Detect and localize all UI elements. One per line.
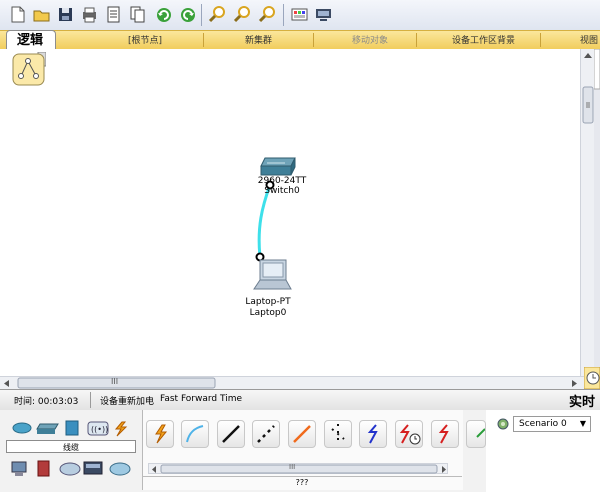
switch-name-label: Switch0	[264, 186, 300, 196]
phone-cable-icon[interactable]	[324, 420, 352, 448]
redo-icon[interactable]	[178, 5, 197, 24]
zoom-in-icon[interactable]	[208, 5, 227, 24]
simulation-time: 时间: 00:03:03	[14, 397, 79, 407]
connections-scrollbar[interactable]: III	[148, 463, 448, 474]
fast-forward-time-button[interactable]: Fast Forward Time	[160, 394, 242, 404]
serial-dte-cable-icon[interactable]	[431, 420, 459, 448]
wan-emulation-category-icon	[59, 462, 81, 476]
main-toolbar	[0, 0, 600, 31]
straight-through-cable-icon[interactable]	[217, 420, 245, 448]
palette-icon[interactable]	[290, 5, 309, 24]
laptop-device-icon[interactable]	[252, 257, 292, 293]
canvas-horizontal-scrollbar[interactable]: III	[0, 376, 594, 390]
copy-icon[interactable]	[128, 5, 147, 24]
switch-model-label: 2960-24TT	[257, 176, 307, 186]
workspace-canvas[interactable]: 2960-24TT Switch0 Laptop-PT Laptop0	[0, 49, 580, 376]
undo-icon[interactable]	[154, 5, 173, 24]
open-folder-icon[interactable]	[32, 5, 51, 24]
console-cable-icon[interactable]	[181, 420, 209, 448]
status-bar: 时间: 00:03:03 设备重新加电 Fast Forward Time 实时	[0, 389, 600, 411]
custom-devices-category-icon	[83, 461, 103, 475]
save-icon[interactable]	[56, 5, 75, 24]
device-category-label: 线缆	[6, 440, 136, 453]
print-icon[interactable]	[80, 5, 99, 24]
hscroll-grip: III	[111, 377, 119, 386]
crossover-cable-icon[interactable]	[252, 420, 280, 448]
automatic-connection-icon[interactable]	[146, 420, 174, 448]
laptop-model-label: Laptop-PT	[245, 297, 291, 307]
move-object-button[interactable]: 移动对象	[352, 33, 388, 46]
connection-description: ???	[142, 476, 462, 489]
canvas-vertical-scrollbar[interactable]	[580, 49, 595, 376]
laptop-name-label: Laptop0	[249, 308, 287, 318]
switches-category-icon	[36, 423, 59, 434]
device-category-row-bottom	[10, 459, 140, 481]
logical-workspace-bar: [根节点] 新集群 移动对象 设备工作区背景 视图	[0, 30, 600, 50]
right-edge-strip	[593, 48, 600, 389]
scenario-info-icon[interactable]	[497, 418, 509, 430]
wireless-category-icon: ((•))	[87, 421, 109, 436]
root-node-link[interactable]: [根节点]	[128, 33, 162, 46]
svg-text:((•)): ((•))	[91, 425, 108, 434]
device-category-row-top: ((•))	[10, 418, 140, 438]
fiber-cable-icon[interactable]	[288, 420, 316, 448]
end-devices-category-icon	[11, 461, 27, 476]
power-cycle-devices-button[interactable]: 设备重新加电	[100, 394, 154, 407]
routers-category-icon	[12, 422, 32, 434]
new-cluster-button[interactable]: 新集群	[245, 33, 272, 46]
set-background-button[interactable]: 设备工作区背景	[452, 33, 515, 46]
activity-wizard-icon[interactable]	[104, 5, 123, 24]
octal-cable-icon[interactable]	[466, 420, 486, 448]
scenario-selected-value: Scenario 0	[519, 419, 567, 429]
security-category-icon	[37, 460, 50, 477]
corner-clock-icon[interactable]	[583, 366, 600, 390]
hubs-category-icon	[65, 420, 79, 436]
logical-tab[interactable]: 逻辑	[6, 30, 56, 50]
custom-device-icon[interactable]	[314, 5, 333, 24]
zoom-reset-icon[interactable]	[233, 5, 252, 24]
multiuser-category-icon	[109, 462, 131, 476]
chevron-down-icon: ▼	[579, 419, 586, 428]
viewport-button[interactable]: 视图	[580, 33, 598, 46]
scenario-select[interactable]: Scenario 0 ▼	[513, 416, 591, 432]
realtime-mode-label[interactable]: 实时	[569, 391, 595, 410]
switch-device-icon[interactable]	[259, 156, 299, 178]
new-file-icon[interactable]	[8, 5, 27, 24]
connections-scroll-grip: III	[289, 463, 296, 471]
network-link-cable[interactable]	[0, 49, 580, 376]
serial-dce-cable-icon[interactable]	[395, 420, 423, 448]
coaxial-cable-icon[interactable]	[359, 420, 387, 448]
zoom-out-icon[interactable]	[258, 5, 277, 24]
connections-category-icon	[114, 421, 128, 437]
